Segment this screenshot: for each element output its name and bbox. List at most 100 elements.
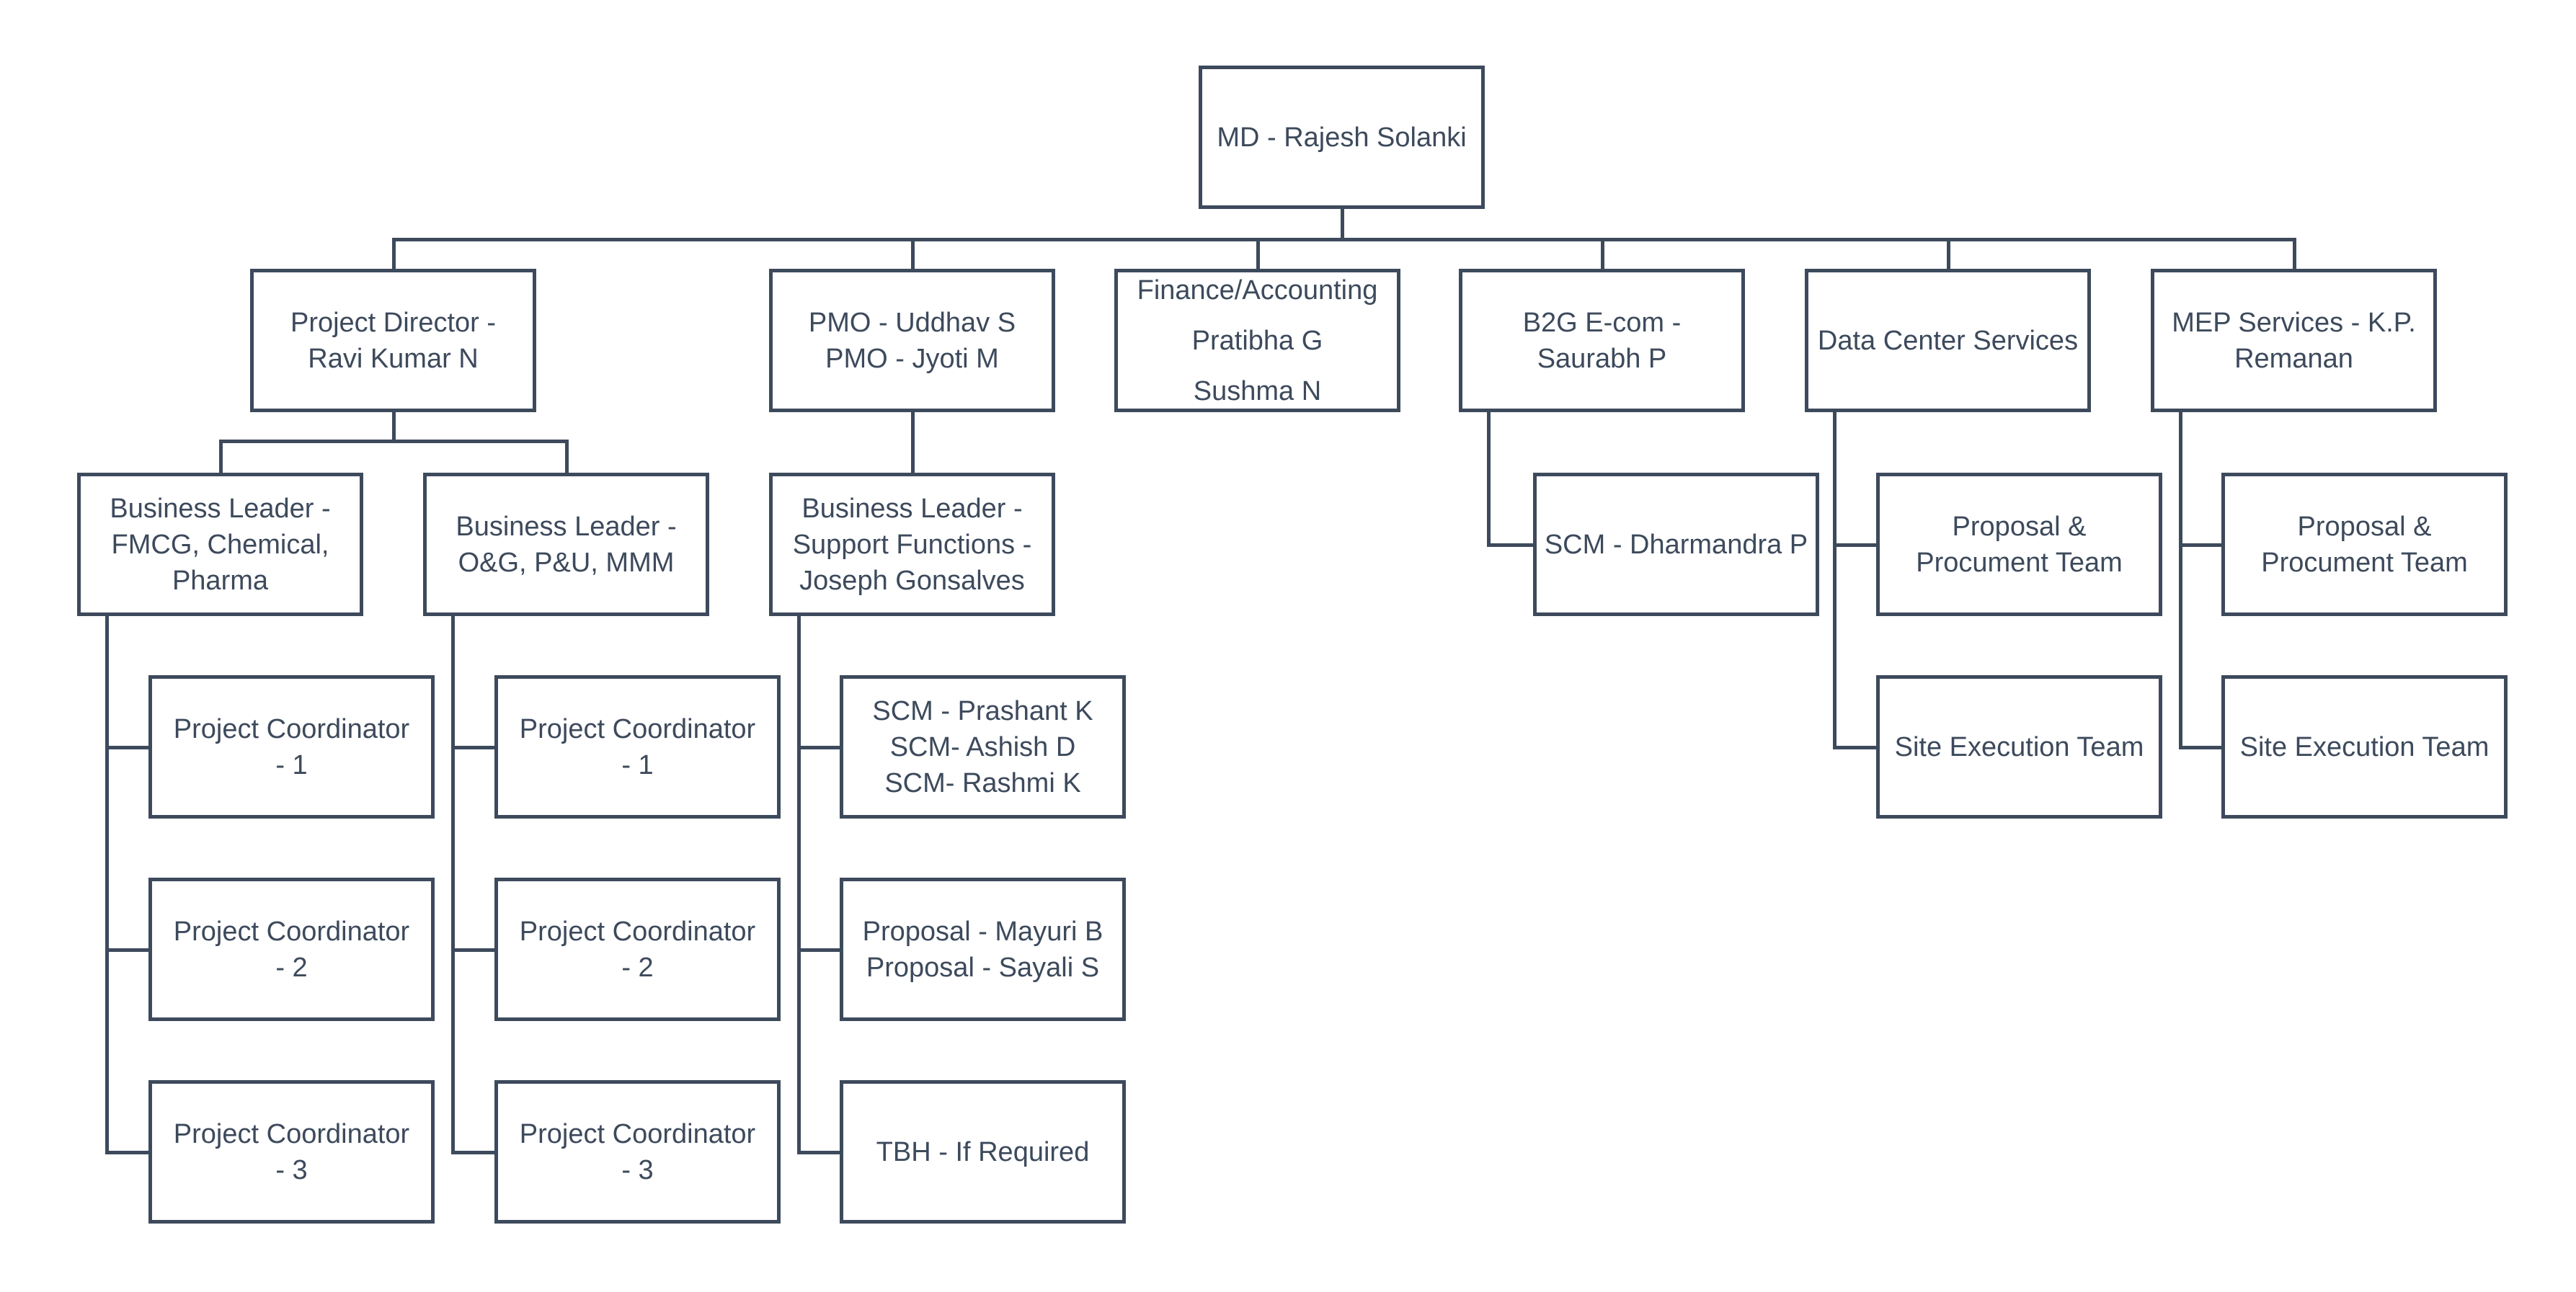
- node-label-line: SCM - Prashant K: [872, 695, 1093, 726]
- node-label-line: Procument Team: [1916, 547, 2123, 578]
- connector-b2g-spine: [1487, 412, 1491, 546]
- org-node-b2g: B2G E-com - Saurabh P: [1459, 269, 1745, 412]
- connector-dcs_site-branch: [1833, 745, 1876, 749]
- node-label-line: SCM- Rashmi K: [884, 767, 1081, 798]
- connector-b2g-drop: [1600, 238, 1604, 269]
- node-label-line: O&G, P&U, MMM: [458, 547, 675, 578]
- connector-pc3_a-branch: [105, 1150, 148, 1154]
- org-node-pmo: PMO - Uddhav S PMO - Jyoti M: [769, 269, 1055, 412]
- node-label-line: Pratibha G: [1191, 325, 1323, 356]
- org-node-md: MD - Rajesh Solanki: [1199, 66, 1485, 209]
- org-node-pc1-b: Project Coordinator - 1: [494, 675, 781, 819]
- node-label-line: Data Center Services: [1817, 325, 2079, 356]
- node-label-line: PMO - Jyoti M: [825, 343, 999, 374]
- org-node-mep-site: Site Execution Team: [2221, 675, 2508, 819]
- node-label-line: Proposal - Sayali S: [866, 952, 1100, 983]
- node-label-line: Project Coordinator: [173, 713, 410, 744]
- connector-pmo-drop: [910, 238, 915, 269]
- node-label-line: Support Functions -: [792, 529, 1032, 560]
- connector-scm_d-branch: [1487, 543, 1533, 547]
- node-label-line: Site Execution Team: [2239, 731, 2490, 762]
- node-label-line: Proposal &: [1952, 511, 2087, 542]
- node-label-line: - 3: [275, 1154, 308, 1185]
- node-label-line: Proposal - Mayuri B: [862, 916, 1103, 947]
- node-label-line: Project Coordinator: [173, 1118, 410, 1149]
- org-node-fin: Finance/Accounting Pratibha G Sushma N: [1114, 269, 1400, 412]
- connector-pd-bus: [218, 440, 569, 443]
- connector-mep-drop: [2292, 238, 2296, 269]
- org-node-proposal-list: Proposal - Mayuri B Proposal - Sayali S: [840, 878, 1126, 1021]
- node-label-line: Project Coordinator: [519, 713, 756, 744]
- connector-md-down: [1340, 209, 1344, 239]
- node-label-line: Pharma: [172, 565, 269, 596]
- connector-pd-drop: [391, 238, 396, 269]
- connector-scm_list-branch: [797, 745, 840, 749]
- node-label-line: - 2: [621, 952, 654, 983]
- connector-bl_og-spine: [451, 616, 455, 1154]
- org-node-dcs-prop: Proposal & Procument Team: [1876, 473, 2162, 616]
- connector-bl_og-drop: [564, 440, 569, 473]
- node-label-line: MEP Services - K.P.: [2172, 307, 2416, 338]
- org-node-pc1-a: Project Coordinator - 1: [148, 675, 435, 819]
- org-node-scm-d: SCM - Dharmandra P: [1533, 473, 1819, 616]
- connector-mep_prop-branch: [2179, 543, 2221, 547]
- node-label-line: Ravi Kumar N: [308, 343, 479, 374]
- node-label-line: Proposal &: [2297, 511, 2432, 542]
- node-label-line: Remanan: [2234, 343, 2353, 374]
- org-node-bl-og: Business Leader - O&G, P&U, MMM: [423, 473, 709, 616]
- node-label-line: - 2: [275, 952, 308, 983]
- connector-pmo-bl-support: [910, 412, 915, 473]
- connector-level1-bus: [391, 238, 2296, 241]
- connector-dcs_prop-branch: [1833, 543, 1876, 547]
- org-node-pc3-b: Project Coordinator - 3: [494, 1080, 781, 1224]
- node-label-line: SCM- Ashish D: [889, 731, 1076, 762]
- node-label-line: PMO - Uddhav S: [808, 307, 1016, 338]
- node-label-line: Saurabh P: [1537, 343, 1667, 374]
- node-label-line: Project Coordinator: [519, 916, 756, 947]
- node-label-line: Project Coordinator: [519, 1118, 756, 1149]
- node-label-line: Joseph Gonsalves: [799, 565, 1025, 596]
- connector-dcs-spine: [1833, 412, 1836, 749]
- org-node-mep-prop: Proposal & Procument Team: [2221, 473, 2508, 616]
- connector-bl_fmcg-drop: [218, 440, 223, 473]
- node-label-line: SCM - Dharmandra P: [1544, 529, 1808, 560]
- org-node-pc2-a: Project Coordinator - 2: [148, 878, 435, 1021]
- connector-mep-spine: [2179, 412, 2182, 749]
- connector-proposal_list-branch: [797, 948, 840, 952]
- org-node-bl-fmcg: Business Leader - FMCG, Chemical, Pharma: [77, 473, 363, 616]
- org-node-scm-list: SCM - Prashant K SCM- Ashish D SCM- Rashmi…: [840, 675, 1126, 819]
- org-node-pc2-b: Project Coordinator - 2: [494, 878, 781, 1021]
- connector-bl_support-spine: [797, 616, 801, 1154]
- connector-bl_fmcg-spine: [105, 616, 109, 1154]
- connector-pc2_a-branch: [105, 948, 148, 952]
- org-node-dcs-site: Site Execution Team: [1876, 675, 2162, 819]
- node-label-line: MD - Rajesh Solanki: [1217, 122, 1467, 153]
- node-label-line: Business Leader -: [456, 511, 677, 542]
- connector-pc1_b-branch: [451, 745, 494, 749]
- node-label-line: - 1: [275, 749, 308, 780]
- node-label-line: B2G E-com -: [1522, 307, 1682, 338]
- node-label-line: Procument Team: [2261, 547, 2468, 578]
- node-label-line: FMCG, Chemical,: [111, 529, 329, 560]
- node-label-line: Finance/Accounting: [1137, 275, 1378, 306]
- org-node-dcs: Data Center Services: [1805, 269, 2091, 412]
- connector-pc3_b-branch: [451, 1150, 494, 1154]
- node-label-line: TBH - If Required: [876, 1136, 1090, 1167]
- node-label-line: Sushma N: [1193, 375, 1322, 406]
- connector-pd-down: [391, 412, 396, 440]
- connector-mep_site-branch: [2179, 745, 2221, 749]
- org-node-mep: MEP Services - K.P. Remanan: [2151, 269, 2437, 412]
- org-node-pc3-a: Project Coordinator - 3: [148, 1080, 435, 1224]
- org-node-pd: Project Director - Ravi Kumar N: [250, 269, 536, 412]
- org-node-tbh: TBH - If Required: [840, 1080, 1126, 1224]
- org-node-bl-support: Business Leader - Support Functions - Jose…: [769, 473, 1055, 616]
- node-label-line: Business Leader -: [110, 493, 331, 524]
- connector-pc1_a-branch: [105, 745, 148, 749]
- node-label-line: Business Leader -: [801, 493, 1023, 524]
- node-label-line: - 3: [621, 1154, 654, 1185]
- org-chart: MD - Rajesh Solanki Project Director - Rav…: [0, 0, 2576, 1292]
- connector-dcs-drop: [1946, 238, 1950, 269]
- node-label-line: Project Director -: [290, 307, 497, 338]
- node-label-line: Project Coordinator: [173, 916, 410, 947]
- node-label-line: - 1: [621, 749, 654, 780]
